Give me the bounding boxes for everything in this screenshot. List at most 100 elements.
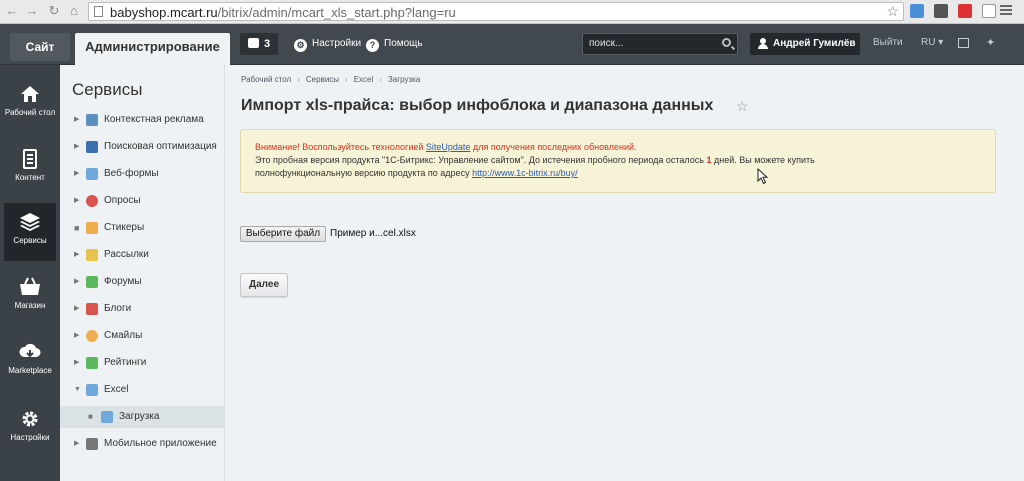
selected-file-name: Пример и...cel.xlsx: [330, 228, 416, 239]
url-text: babyshop.mcart.ru/bitrix/admin/mcart_xls…: [110, 5, 456, 20]
rail-item-services[interactable]: Сервисы: [4, 203, 56, 261]
breadcrumb-item[interactable]: Рабочий стол: [241, 75, 291, 84]
forward-icon[interactable]: →: [24, 3, 40, 19]
help-icon: ?: [366, 39, 379, 52]
back-icon[interactable]: ←: [4, 3, 20, 19]
reload-icon[interactable]: ↻: [46, 3, 62, 19]
extension-icon[interactable]: [934, 4, 948, 18]
expand-arrow-icon[interactable]: ▶: [74, 271, 79, 293]
user-button[interactable]: Андрей Гумилёв: [750, 33, 860, 55]
trial-warning: Внимание! Воспользуйтесь технологией Sit…: [240, 129, 996, 193]
expand-arrow-icon[interactable]: ▶: [74, 190, 79, 212]
rating-icon: [86, 357, 98, 369]
next-button[interactable]: Далее: [240, 273, 288, 297]
tab-site[interactable]: Сайт: [10, 33, 70, 61]
choose-file-button[interactable]: Выберите файл: [240, 226, 326, 242]
page-title: Импорт xls-прайса: выбор инфоблока и диа…: [241, 97, 714, 114]
expand-arrow-icon[interactable]: ▶: [74, 298, 79, 320]
mail-icon: [86, 249, 98, 261]
rail-item-marketplace[interactable]: Marketplace: [0, 333, 60, 391]
poll-icon: [86, 195, 98, 207]
pin-icon[interactable]: ✦: [986, 36, 995, 49]
user-name: Андрей Гумилёв: [773, 38, 856, 49]
notifications-button[interactable]: 3: [240, 33, 278, 55]
home-icon[interactable]: ⌂: [66, 3, 82, 19]
blog-icon: [86, 303, 98, 315]
menu-item-smiles[interactable]: ▶ Смайлы: [60, 325, 225, 347]
expand-arrow-icon[interactable]: ▶: [74, 163, 79, 185]
gear-icon: [22, 411, 38, 427]
menu-item-webforms[interactable]: ▶ Веб-формы: [60, 163, 225, 185]
layers-icon: [20, 213, 40, 231]
expand-arrow-icon[interactable]: ▶: [74, 244, 79, 266]
menu-item-mailing[interactable]: ▶ Рассылки: [60, 244, 225, 266]
form-icon: [86, 168, 98, 180]
search-input[interactable]: поиск...: [582, 33, 738, 55]
browser-toolbar: ← → ↻ ⌂ babyshop.mcart.ru/bitrix/admin/m…: [0, 0, 1024, 24]
breadcrumb-item[interactable]: Загрузка: [388, 75, 420, 84]
menu-item-excel[interactable]: ▼ Excel: [60, 379, 225, 401]
menu-item-ratings[interactable]: ▶ Рейтинги: [60, 352, 225, 374]
seo-icon: [86, 141, 98, 153]
expand-arrow-icon[interactable]: ▶: [74, 352, 79, 374]
collapse-arrow-icon[interactable]: ▼: [74, 379, 81, 401]
search-icon[interactable]: [722, 38, 731, 47]
notification-icon: [248, 38, 259, 48]
bookmark-star-icon[interactable]: ☆: [886, 3, 899, 20]
extension-icon[interactable]: [910, 4, 924, 18]
rail-item-content[interactable]: Контент: [0, 140, 60, 198]
home-icon: [21, 86, 39, 102]
expand-arrow-icon[interactable]: ▶: [74, 325, 79, 347]
excel-icon: [86, 384, 98, 396]
search-placeholder: поиск...: [589, 38, 624, 49]
bullet-icon: ■: [88, 412, 93, 421]
left-rail: Рабочий стол Контент Сервисы Магазин Mar…: [0, 65, 60, 481]
expand-arrow-icon[interactable]: ▶: [74, 433, 79, 455]
mouse-cursor-icon: [757, 168, 769, 185]
language-selector[interactable]: RU ▾: [921, 37, 943, 48]
expand-arrow-icon[interactable]: ▶: [74, 136, 79, 158]
menu-item-seo[interactable]: ▶ Поисковая оптимизация: [60, 136, 225, 158]
document-icon: [23, 149, 37, 169]
favorite-star-icon[interactable]: ☆: [736, 98, 749, 115]
tab-administration[interactable]: Администрирование: [75, 33, 230, 65]
browser-menu-icon[interactable]: [1000, 5, 1012, 17]
rail-item-shop[interactable]: Магазин: [0, 268, 60, 326]
menu-item-upload[interactable]: ■ Загрузка: [60, 406, 225, 428]
menu-item-polls[interactable]: ▶ Опросы: [60, 190, 225, 212]
menu-item-stickers[interactable]: ■ Стикеры: [60, 217, 225, 239]
settings-button[interactable]: ⚙ Настройки: [294, 37, 361, 52]
rail-item-settings[interactable]: Настройки: [0, 400, 60, 458]
sticker-icon: [86, 222, 98, 234]
main-content: Рабочий стол › Сервисы › Excel › Загрузка Импо…: [226, 65, 1024, 481]
basket-icon: [20, 277, 40, 295]
breadcrumb-item[interactable]: Excel: [354, 75, 374, 84]
menu-title: Сервисы: [72, 80, 143, 99]
bullet-icon: ■: [74, 223, 80, 233]
breadcrumb: Рабочий стол › Сервисы › Excel › Загрузка: [241, 75, 421, 84]
menu-item-mobile-app[interactable]: ▶ Мобильное приложение: [60, 433, 225, 455]
menu-item-blogs[interactable]: ▶ Блоги: [60, 298, 225, 320]
smile-icon: [86, 330, 98, 342]
help-button[interactable]: ? Помощь: [366, 37, 423, 52]
user-icon: [758, 38, 768, 49]
expand-arrow-icon[interactable]: ▶: [74, 109, 79, 131]
forum-icon: [86, 276, 98, 288]
cloud-download-icon: [19, 343, 41, 358]
window-icon[interactable]: [958, 38, 969, 48]
menu-item-forums[interactable]: ▶ Форумы: [60, 271, 225, 293]
extension-icon[interactable]: [982, 4, 996, 18]
buy-link[interactable]: http://www.1c-bitrix.ru/buy/: [472, 168, 578, 178]
breadcrumb-item[interactable]: Сервисы: [306, 75, 339, 84]
address-bar[interactable]: babyshop.mcart.ru/bitrix/admin/mcart_xls…: [88, 2, 904, 21]
logout-link[interactable]: Выйти: [873, 37, 903, 48]
siteupdate-link[interactable]: SiteUpdate: [426, 142, 471, 152]
notifications-count: 3: [264, 38, 271, 50]
chart-icon: [86, 114, 98, 126]
menu-item-context-ads[interactable]: ▶ Контекстная реклама: [60, 109, 225, 131]
rail-item-desktop[interactable]: Рабочий стол: [0, 75, 60, 133]
mobile-icon: [86, 438, 98, 450]
page-icon: [94, 6, 103, 17]
services-menu: Сервисы ▶ Контекстная реклама ▶ Поисковая …: [60, 65, 225, 481]
extension-icon[interactable]: [958, 4, 972, 18]
